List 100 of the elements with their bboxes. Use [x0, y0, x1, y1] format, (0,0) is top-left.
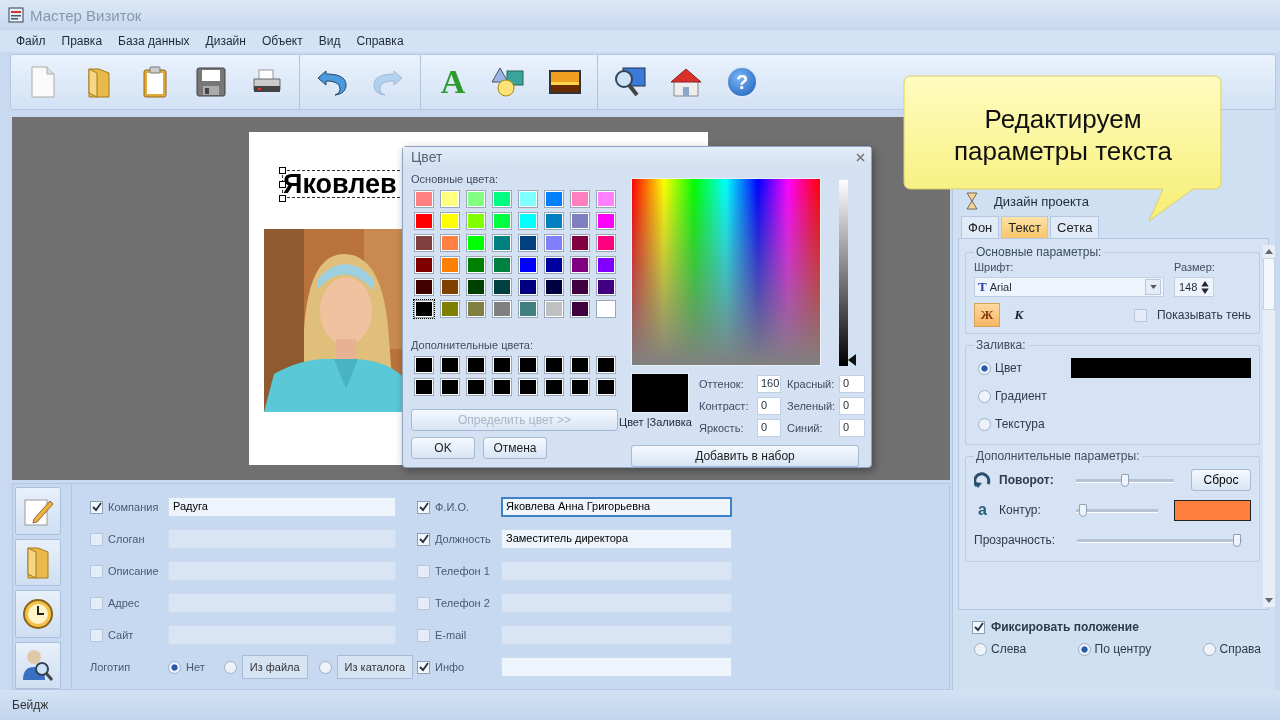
ok-button[interactable]: OK [411, 437, 475, 459]
logo-button[interactable]: Из каталога [336, 655, 414, 679]
color-swatch[interactable] [413, 377, 435, 397]
input-field[interactable]: Заместитель директора [501, 529, 732, 549]
color-swatch[interactable] [543, 299, 565, 319]
cancel-button[interactable]: Отмена [483, 437, 547, 459]
color-swatch[interactable] [569, 233, 591, 253]
side-button[interactable] [15, 590, 61, 638]
number-field[interactable]: 0 [839, 419, 865, 437]
color-swatch[interactable] [517, 233, 539, 253]
checkbox[interactable] [417, 532, 430, 546]
menu-item[interactable]: База данных [110, 34, 198, 48]
color-swatch[interactable] [439, 211, 461, 231]
checkbox[interactable] [90, 532, 103, 546]
checkbox[interactable] [417, 660, 430, 674]
color-swatch[interactable] [543, 355, 565, 375]
color-swatch[interactable] [517, 255, 539, 275]
checkbox[interactable] [90, 564, 103, 578]
color-swatch[interactable] [595, 255, 617, 275]
color-swatch[interactable] [517, 189, 539, 209]
radio-button[interactable] [974, 642, 987, 656]
input-field[interactable]: Яковлева Анна Григорьевна [501, 497, 732, 517]
menu-item[interactable]: Правка [53, 34, 111, 48]
tab[interactable]: Фон [961, 216, 1000, 238]
color-swatch[interactable] [543, 377, 565, 397]
scroll-down-icon[interactable] [1265, 598, 1273, 603]
color-swatch[interactable] [491, 255, 513, 275]
color-swatch[interactable] [543, 255, 565, 275]
checkbox[interactable] [417, 628, 430, 642]
menu-item[interactable]: Дизайн [197, 34, 254, 48]
font-dropdown[interactable]: T Arial [974, 277, 1164, 297]
scrollbar-thumb[interactable] [1263, 258, 1275, 310]
color-swatch[interactable] [413, 255, 435, 275]
side-button[interactable] [15, 641, 61, 689]
color-swatch[interactable] [595, 299, 617, 319]
color-swatch[interactable] [491, 189, 513, 209]
color-swatch[interactable] [569, 255, 591, 275]
color-swatch[interactable] [465, 277, 487, 297]
color-swatch[interactable] [465, 189, 487, 209]
color-swatch[interactable] [491, 377, 513, 397]
spin-arrows-icon[interactable] [1201, 280, 1209, 294]
checkbox[interactable] [972, 620, 985, 634]
color-swatch[interactable] [439, 355, 461, 375]
color-swatch[interactable] [517, 355, 539, 375]
color-swatch[interactable] [491, 211, 513, 231]
luminance-bar[interactable] [839, 180, 848, 366]
close-icon[interactable] [856, 152, 865, 162]
color-swatch[interactable] [413, 233, 435, 253]
color-swatch[interactable] [413, 211, 435, 231]
color-swatch[interactable] [517, 377, 539, 397]
color-swatch[interactable] [595, 211, 617, 231]
slider-thumb[interactable] [1121, 473, 1129, 487]
color-swatch[interactable] [439, 299, 461, 319]
number-field[interactable]: 0 [757, 419, 781, 437]
color-swatch[interactable] [569, 299, 591, 319]
input-field[interactable] [501, 657, 732, 677]
color-swatch[interactable] [491, 277, 513, 297]
size-spinner[interactable]: 148 [1174, 277, 1214, 297]
color-swatch[interactable] [465, 355, 487, 375]
slider-thumb[interactable] [1079, 503, 1088, 517]
menu-item[interactable]: Справка [348, 34, 412, 48]
color-swatch[interactable] [569, 211, 591, 231]
checkbox[interactable] [1133, 308, 1147, 322]
color-swatch[interactable] [465, 299, 487, 319]
color-swatch[interactable] [439, 233, 461, 253]
checkbox[interactable] [417, 564, 430, 578]
color-swatch[interactable] [465, 377, 487, 397]
logo-button[interactable]: Из файла [241, 655, 308, 679]
color-swatch[interactable] [465, 233, 487, 253]
scroll-up-icon[interactable] [1265, 249, 1273, 254]
radio-button[interactable] [223, 660, 237, 674]
outline-color-swatch[interactable] [1174, 499, 1251, 521]
checkbox[interactable] [90, 596, 103, 610]
color-swatch[interactable] [543, 233, 565, 253]
scrollbar[interactable] [1263, 245, 1275, 607]
color-swatch[interactable] [439, 255, 461, 275]
color-swatch[interactable] [569, 189, 591, 209]
color-swatch[interactable] [439, 377, 461, 397]
color-swatch[interactable] [439, 189, 461, 209]
style-button[interactable]: К [1006, 303, 1032, 327]
tab[interactable]: Сетка [1050, 216, 1100, 238]
number-field[interactable]: 0 [757, 397, 781, 415]
color-swatch[interactable] [491, 355, 513, 375]
color-swatch[interactable] [517, 277, 539, 297]
radio-button[interactable] [1077, 642, 1091, 656]
color-swatch[interactable] [543, 277, 565, 297]
color-swatch[interactable] [569, 277, 591, 297]
radio-button[interactable] [978, 389, 991, 403]
color-swatch[interactable] [543, 211, 565, 231]
color-swatch[interactable] [595, 355, 617, 375]
checkbox[interactable] [90, 500, 103, 514]
style-button[interactable]: Ж [974, 303, 1000, 327]
menu-item[interactable]: Объект [253, 34, 311, 48]
checkbox[interactable] [417, 500, 430, 514]
color-swatch[interactable] [465, 211, 487, 231]
number-field[interactable]: 0 [839, 375, 865, 393]
slider-thumb[interactable] [1233, 533, 1241, 547]
radio-button[interactable] [318, 660, 332, 674]
radio-button[interactable] [978, 417, 991, 431]
add-to-custom-button[interactable]: Добавить в набор [631, 445, 859, 467]
